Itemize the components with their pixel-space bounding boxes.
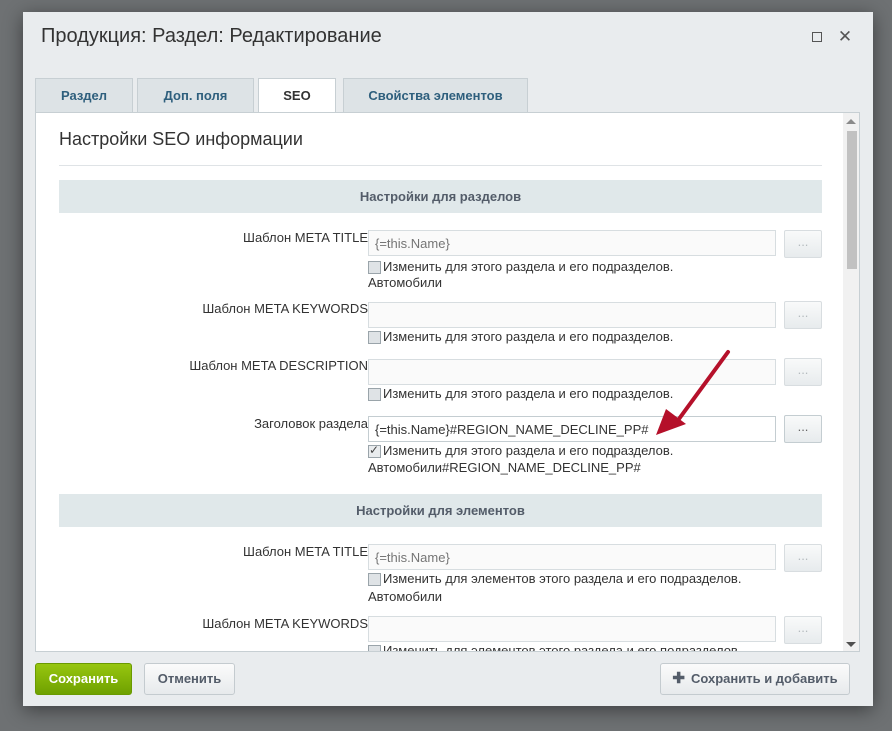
section-header-elements: Настройки для элементов [59,494,822,527]
checkbox-label: Изменить для этого раздела и его подразд… [383,329,674,344]
meta-keywords-override-row[interactable]: Изменить для этого раздела и его подразд… [368,329,673,345]
meta-title-picker-button[interactable]: ... [784,230,822,258]
save-and-add-label: Сохранить и добавить [690,671,838,686]
tab-extra-fields[interactable]: Доп. поля [137,78,254,112]
checkbox-label: Изменить для этого раздела и его подразд… [383,386,674,401]
element-meta-keywords-override-checkbox[interactable] [368,645,381,651]
field-label-meta-title: Шаблон META TITLE [243,230,368,245]
edit-section-dialog: Продукция: Раздел: Редактирование ✕ Разд… [23,12,873,706]
meta-keywords-input[interactable] [368,302,776,328]
tab-element-properties[interactable]: Свойства элементов [343,78,528,112]
meta-description-override-row[interactable]: Изменить для этого раздела и его подразд… [368,386,673,402]
section-heading-preview: Автомобили#REGION_NAME_DECLINE_PP# [368,460,641,475]
element-meta-title-override-checkbox[interactable] [368,573,381,586]
meta-description-picker-button[interactable]: ... [784,358,822,386]
element-meta-title-picker-button[interactable]: ... [784,544,822,572]
tab-seo[interactable]: SEO [258,78,336,114]
meta-title-override-checkbox[interactable] [368,261,381,274]
meta-keywords-picker-button[interactable]: ... [784,301,822,329]
save-button[interactable]: Сохранить [35,663,132,695]
plus-icon: ✚ [672,670,685,687]
maximize-icon[interactable] [808,28,826,46]
meta-title-preview: Автомобили [368,275,443,290]
dialog-title: Продукция: Раздел: Редактирование [41,25,382,47]
seo-scroll-area: Настройки SEO информации Настройки для р… [36,113,844,652]
section-heading-picker-button[interactable]: ... [784,415,822,443]
element-meta-keywords-picker-button[interactable]: ... [784,616,822,644]
field-label-meta-keywords: Шаблон META KEYWORDS [202,301,368,316]
cancel-button[interactable]: Отменить [144,663,235,695]
element-meta-title-preview: Автомобили [368,589,443,604]
divider [59,165,822,166]
meta-description-input[interactable] [368,359,776,385]
meta-title-input[interactable] [368,230,776,256]
element-meta-title-override-row[interactable]: Изменить для элементов этого раздела и е… [368,571,741,587]
field-label-meta-description: Шаблон META DESCRIPTION [189,358,368,373]
checkbox-label: Изменить для элементов этого раздела и е… [383,643,742,652]
field-label-element-meta-title: Шаблон META TITLE [243,544,368,559]
checkbox-label: Изменить для этого раздела и его подразд… [383,443,674,458]
section-header-sections: Настройки для разделов [59,180,822,213]
seo-heading: Настройки SEO информации [59,129,303,149]
seo-panel: Настройки SEO информации Настройки для р… [35,112,860,652]
meta-description-override-checkbox[interactable] [368,388,381,401]
scrollbar-thumb[interactable] [847,131,857,269]
meta-title-override-row[interactable]: Изменить для этого раздела и его подразд… [368,259,673,275]
tab-section[interactable]: Раздел [35,78,133,112]
section-heading-override-row[interactable]: Изменить для этого раздела и его подразд… [368,443,673,459]
section-heading-override-checkbox[interactable] [368,443,381,458]
field-label-section-heading: Заголовок раздела [254,416,368,431]
scroll-up-icon[interactable] [846,119,856,124]
field-label-element-meta-keywords: Шаблон META KEYWORDS [202,616,368,631]
section-heading-input[interactable] [368,416,776,442]
panel-scrollbar[interactable] [843,113,859,651]
meta-keywords-override-checkbox[interactable] [368,331,381,344]
checkbox-label: Изменить для этого раздела и его подразд… [383,259,674,274]
element-meta-title-input[interactable] [368,544,776,570]
close-icon[interactable]: ✕ [836,28,854,46]
save-and-add-button[interactable]: ✚ Сохранить и добавить [660,663,850,695]
element-meta-keywords-input[interactable] [368,616,776,642]
dialog-header[interactable]: Продукция: Раздел: Редактирование ✕ [23,12,873,62]
scroll-down-icon[interactable] [846,642,856,647]
checkbox-label: Изменить для элементов этого раздела и е… [383,571,742,586]
element-meta-keywords-override-row[interactable]: Изменить для элементов этого раздела и е… [368,643,742,652]
